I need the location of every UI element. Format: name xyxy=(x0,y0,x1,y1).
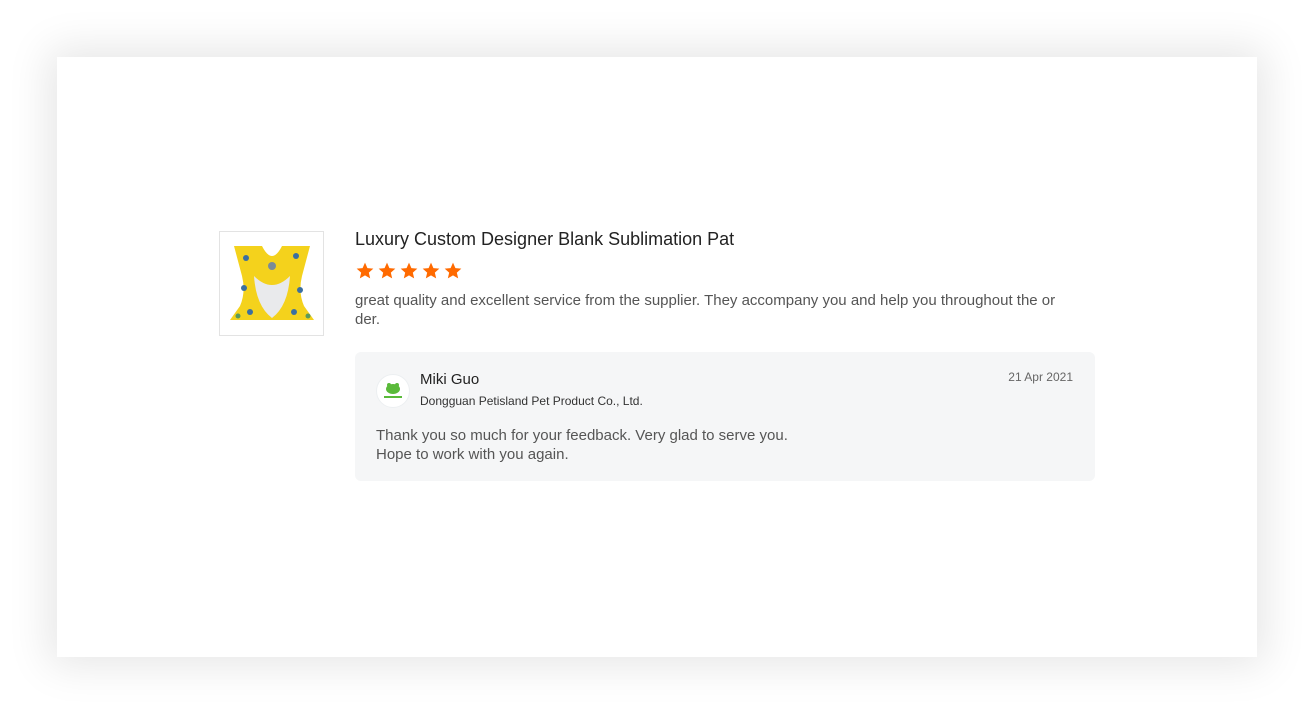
star-icon xyxy=(444,262,462,279)
company-name: Dongguan Petisland Pet Product Co., Ltd. xyxy=(420,394,643,408)
star-icon xyxy=(422,262,440,279)
review-card: Luxury Custom Designer Blank Sublimation… xyxy=(57,57,1257,657)
pet-harness-image xyxy=(229,245,314,320)
star-rating xyxy=(355,261,463,281)
avatar xyxy=(376,374,410,408)
supplier-reply: Miki Guo Dongguan Petisland Pet Product … xyxy=(355,352,1095,481)
star-icon xyxy=(400,262,418,279)
star-icon xyxy=(378,262,396,279)
product-thumbnail[interactable] xyxy=(219,231,324,336)
product-title[interactable]: Luxury Custom Designer Blank Sublimation… xyxy=(355,229,735,250)
reply-date: 21 Apr 2021 xyxy=(1008,370,1073,384)
star-icon xyxy=(356,262,374,279)
reply-text: Thank you so much for your feedback. Ver… xyxy=(376,427,788,463)
petisland-logo xyxy=(384,383,402,398)
replier-name: Miki Guo xyxy=(420,371,480,388)
review-text: great quality and excellent service from… xyxy=(355,292,1056,328)
